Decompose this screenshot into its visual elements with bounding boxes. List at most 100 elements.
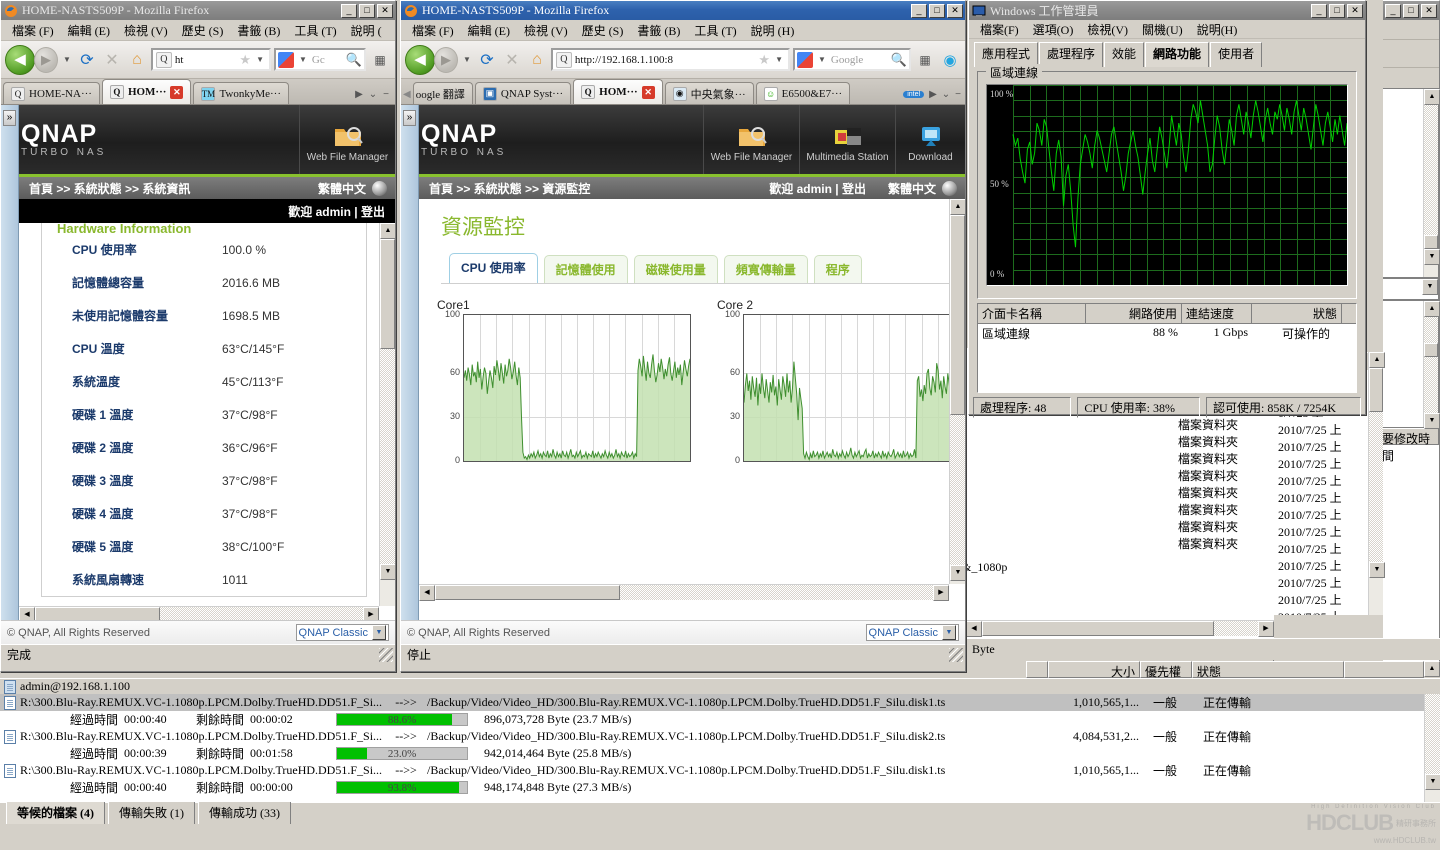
list-item[interactable]: 2010/7/25 上 [1274, 557, 1369, 574]
qnap-app-shortcuts[interactable]: Web File Manager Multimedia Station Down… [703, 105, 965, 174]
language-selector[interactable]: 繁體中文 [888, 180, 957, 197]
grid-apps-icon[interactable]: ▦ [369, 53, 391, 67]
tab-new-icon[interactable]: − [955, 89, 961, 100]
scroll-down-button[interactable]: ▼ [380, 564, 395, 580]
taskmgr-titlebar[interactable]: Windows 工作管理員 _ □ ✕ [969, 1, 1365, 20]
stop-icon[interactable]: ✕ [501, 50, 523, 70]
list-item[interactable]: 2010/7/25 上 [1274, 472, 1369, 489]
qnap-logo[interactable]: QNAP TURBO NAS [21, 121, 106, 158]
scroll-thumb-h[interactable] [982, 621, 1214, 636]
menu-view[interactable]: 檢視 (V) [117, 20, 175, 41]
scroll-down-button[interactable]: ▼ [1424, 413, 1440, 429]
menu-view[interactable]: 檢視 (V) [517, 20, 575, 41]
taskmgr-menubar[interactable]: 檔案(F) 選項(O) 檢視(V) 關機(U) 說明(H) [969, 20, 1365, 39]
list-item[interactable]: 2010/7/25 上 [1274, 574, 1369, 591]
scroll-thumb-h[interactable] [35, 607, 160, 620]
resize-grip[interactable] [379, 647, 393, 662]
mid-titlebar[interactable]: HOME-NASTS509P - Mozilla Firefox _ □ ✕ [401, 1, 965, 20]
bookmark-star-icon[interactable]: ★ [758, 52, 770, 68]
col-state[interactable]: 狀態 [1192, 661, 1344, 679]
menu-tools[interactable]: 工具 (T) [287, 20, 343, 41]
mid-tabstrip[interactable]: ◀ oogle 翻譯 ▣ QNAP Syst··· Q HOM··· ✕ ◉ 中… [401, 79, 965, 105]
list-item[interactable]: 2010/7/25 上 [1274, 438, 1369, 455]
firefox-window-middle[interactable]: HOME-NASTS509P - Mozilla Firefox _ □ ✕ 檔… [400, 0, 966, 672]
ftp-transfer-list[interactable]: R:\300.Blu-Ray.REMUX.VC-1.1080p.LPCM.Dol… [0, 694, 1440, 802]
col-link-speed[interactable]: 連結速度 [1182, 304, 1252, 323]
menu-history[interactable]: 歷史 (S) [175, 20, 231, 41]
mid-vscrollbar[interactable]: ▲ ▼ [1423, 301, 1440, 429]
scroll-down-button[interactable]: ▼ [950, 565, 965, 581]
url-text[interactable]: http://192.168.1.100:8 [575, 54, 756, 66]
tab-close-icon[interactable]: ✕ [641, 85, 655, 99]
page-vscrollbar-left[interactable]: ▲ ▼ [379, 223, 395, 606]
taskmgr-window-buttons[interactable]: _ □ ✕ [1311, 3, 1363, 18]
minimize-button[interactable]: _ [911, 3, 927, 18]
tab-list-icon[interactable]: ⌄ [369, 89, 377, 100]
tab-close-icon[interactable]: ✕ [170, 85, 184, 99]
skype-icon[interactable]: ◉ [939, 51, 961, 69]
page-hscrollbar-left[interactable]: ◀ ▶ [19, 606, 379, 620]
transfer-row-main[interactable]: R:\300.Blu-Ray.REMUX.VC-1.1080p.LPCM.Dol… [0, 728, 1440, 745]
tab-bandwidth[interactable]: 頻寬傳輸量 [723, 255, 808, 283]
scroll-thumb[interactable] [1369, 368, 1383, 412]
mid-window-buttons[interactable]: _ □ ✕ [911, 3, 963, 18]
taskmgr-tabs[interactable]: 應用程式 處理程序 效能 網路功能 使用者 [969, 39, 1365, 67]
ftp-account-row[interactable]: admin@192.168.1.100 [0, 679, 1440, 694]
menu-view[interactable]: 檢視(V) [1080, 19, 1135, 40]
search-bar[interactable]: ▼ Gc 🔍 [274, 48, 366, 71]
list-item[interactable]: 檔案資料夾 [1114, 518, 1274, 535]
tab-performance[interactable]: 效能 [1104, 42, 1145, 67]
list-item[interactable]: 檔案資料夾 [1114, 450, 1274, 467]
list-item[interactable]: 檔案資料夾 [1114, 501, 1274, 518]
crumb-right-mid[interactable]: 歡迎 admin | 登出 繁體中文 [769, 180, 965, 197]
close-button[interactable]: ✕ [377, 3, 393, 18]
app-web-file-manager[interactable]: Web File Manager [703, 105, 799, 174]
maximize-button[interactable]: □ [1403, 3, 1419, 18]
breadcrumb-mid[interactable]: 首頁 >> 系統狀態 >> 資源監控 歡迎 admin | 登出 繁體中文 [419, 177, 965, 199]
qnap-logo[interactable]: QNAP TURBO NAS [421, 121, 506, 158]
tab-home-nas[interactable]: Q HOME-NA··· [3, 82, 100, 104]
list-item[interactable]: 2010/7/25 上 [1274, 455, 1369, 472]
scroll-down-button[interactable]: ▼ [1425, 774, 1440, 790]
bookmark-star-icon[interactable]: ★ [239, 52, 251, 68]
resize-grip[interactable] [949, 647, 963, 662]
menu-help[interactable]: 說明 ( [344, 20, 389, 41]
forward-button[interactable]: ▶ [434, 46, 458, 73]
menu-options[interactable]: 選項(O) [1026, 19, 1081, 40]
tabstrip-controls[interactable]: ▶ ⌄ − [355, 89, 395, 104]
explorer-addressbar[interactable] [1377, 68, 1439, 88]
url-bar[interactable]: Q http://192.168.1.100:8 ★ ▼ [550, 48, 790, 71]
col-state[interactable]: 狀態 [1252, 304, 1342, 323]
col-size[interactable]: 大小 [1048, 661, 1140, 679]
list-item[interactable]: 檔案資料夾 [1114, 535, 1274, 552]
tab-google-translate[interactable]: oogle 翻譯 [412, 82, 473, 104]
list-item[interactable]: 檔案資料夾 [1114, 433, 1274, 450]
close-button[interactable]: ✕ [947, 3, 963, 18]
network-adapter-list[interactable]: 介面卡名稱 網路使用 連結速度 狀態 區域連線 88 % 1 Gbps 可操作的 [977, 303, 1357, 393]
tab-failed-transfers[interactable]: 傳輸失敗 (1) [108, 800, 195, 824]
task-manager-window[interactable]: Windows 工作管理員 _ □ ✕ 檔案(F) 選項(O) 檢視(V) 關機… [968, 0, 1366, 418]
explorer-toolbar[interactable] [1377, 40, 1439, 68]
tab-successful-transfers[interactable]: 傳輸成功 (33) [198, 800, 291, 824]
reload-icon[interactable]: ⟳ [76, 50, 98, 70]
scroll-up-button[interactable]: ▲ [1424, 89, 1440, 105]
tab-qnap-system[interactable]: ▣ QNAP Syst··· [474, 82, 572, 104]
app-web-file-manager[interactable]: Web File Manager [299, 105, 395, 174]
ftp-column-headers[interactable]: 大小 優先權 狀態 ▲ [1026, 661, 1440, 679]
col-adapter-name[interactable]: 介面卡名稱 [978, 304, 1086, 323]
col-priority[interactable]: 優先權 [1140, 661, 1192, 679]
url-bar[interactable]: Q ht ★ ▼ [150, 48, 271, 71]
menu-edit[interactable]: 編輯 (E) [461, 20, 517, 41]
list-item[interactable]: 2010/7/25 上 [1274, 591, 1369, 608]
forward-button[interactable]: ▶ [34, 46, 58, 73]
globe-icon[interactable] [372, 180, 387, 196]
globe-icon[interactable] [942, 180, 957, 196]
search-input[interactable]: Gc [312, 54, 343, 66]
scroll-up-button[interactable]: ▲ [1424, 301, 1440, 317]
menu-help[interactable]: 說明 (H) [744, 20, 802, 41]
qnap-app-shortcuts[interactable]: Web File Manager [299, 105, 395, 174]
list-item[interactable]: 2010/7/25 上 [1274, 540, 1369, 557]
tab-cpu-usage[interactable]: CPU 使用率 [449, 253, 538, 283]
explorer-hscrollbar[interactable]: ◀ ▶ [966, 620, 1274, 637]
tabstrip-controls[interactable]: intel ▶ ⌄ − [903, 89, 965, 104]
